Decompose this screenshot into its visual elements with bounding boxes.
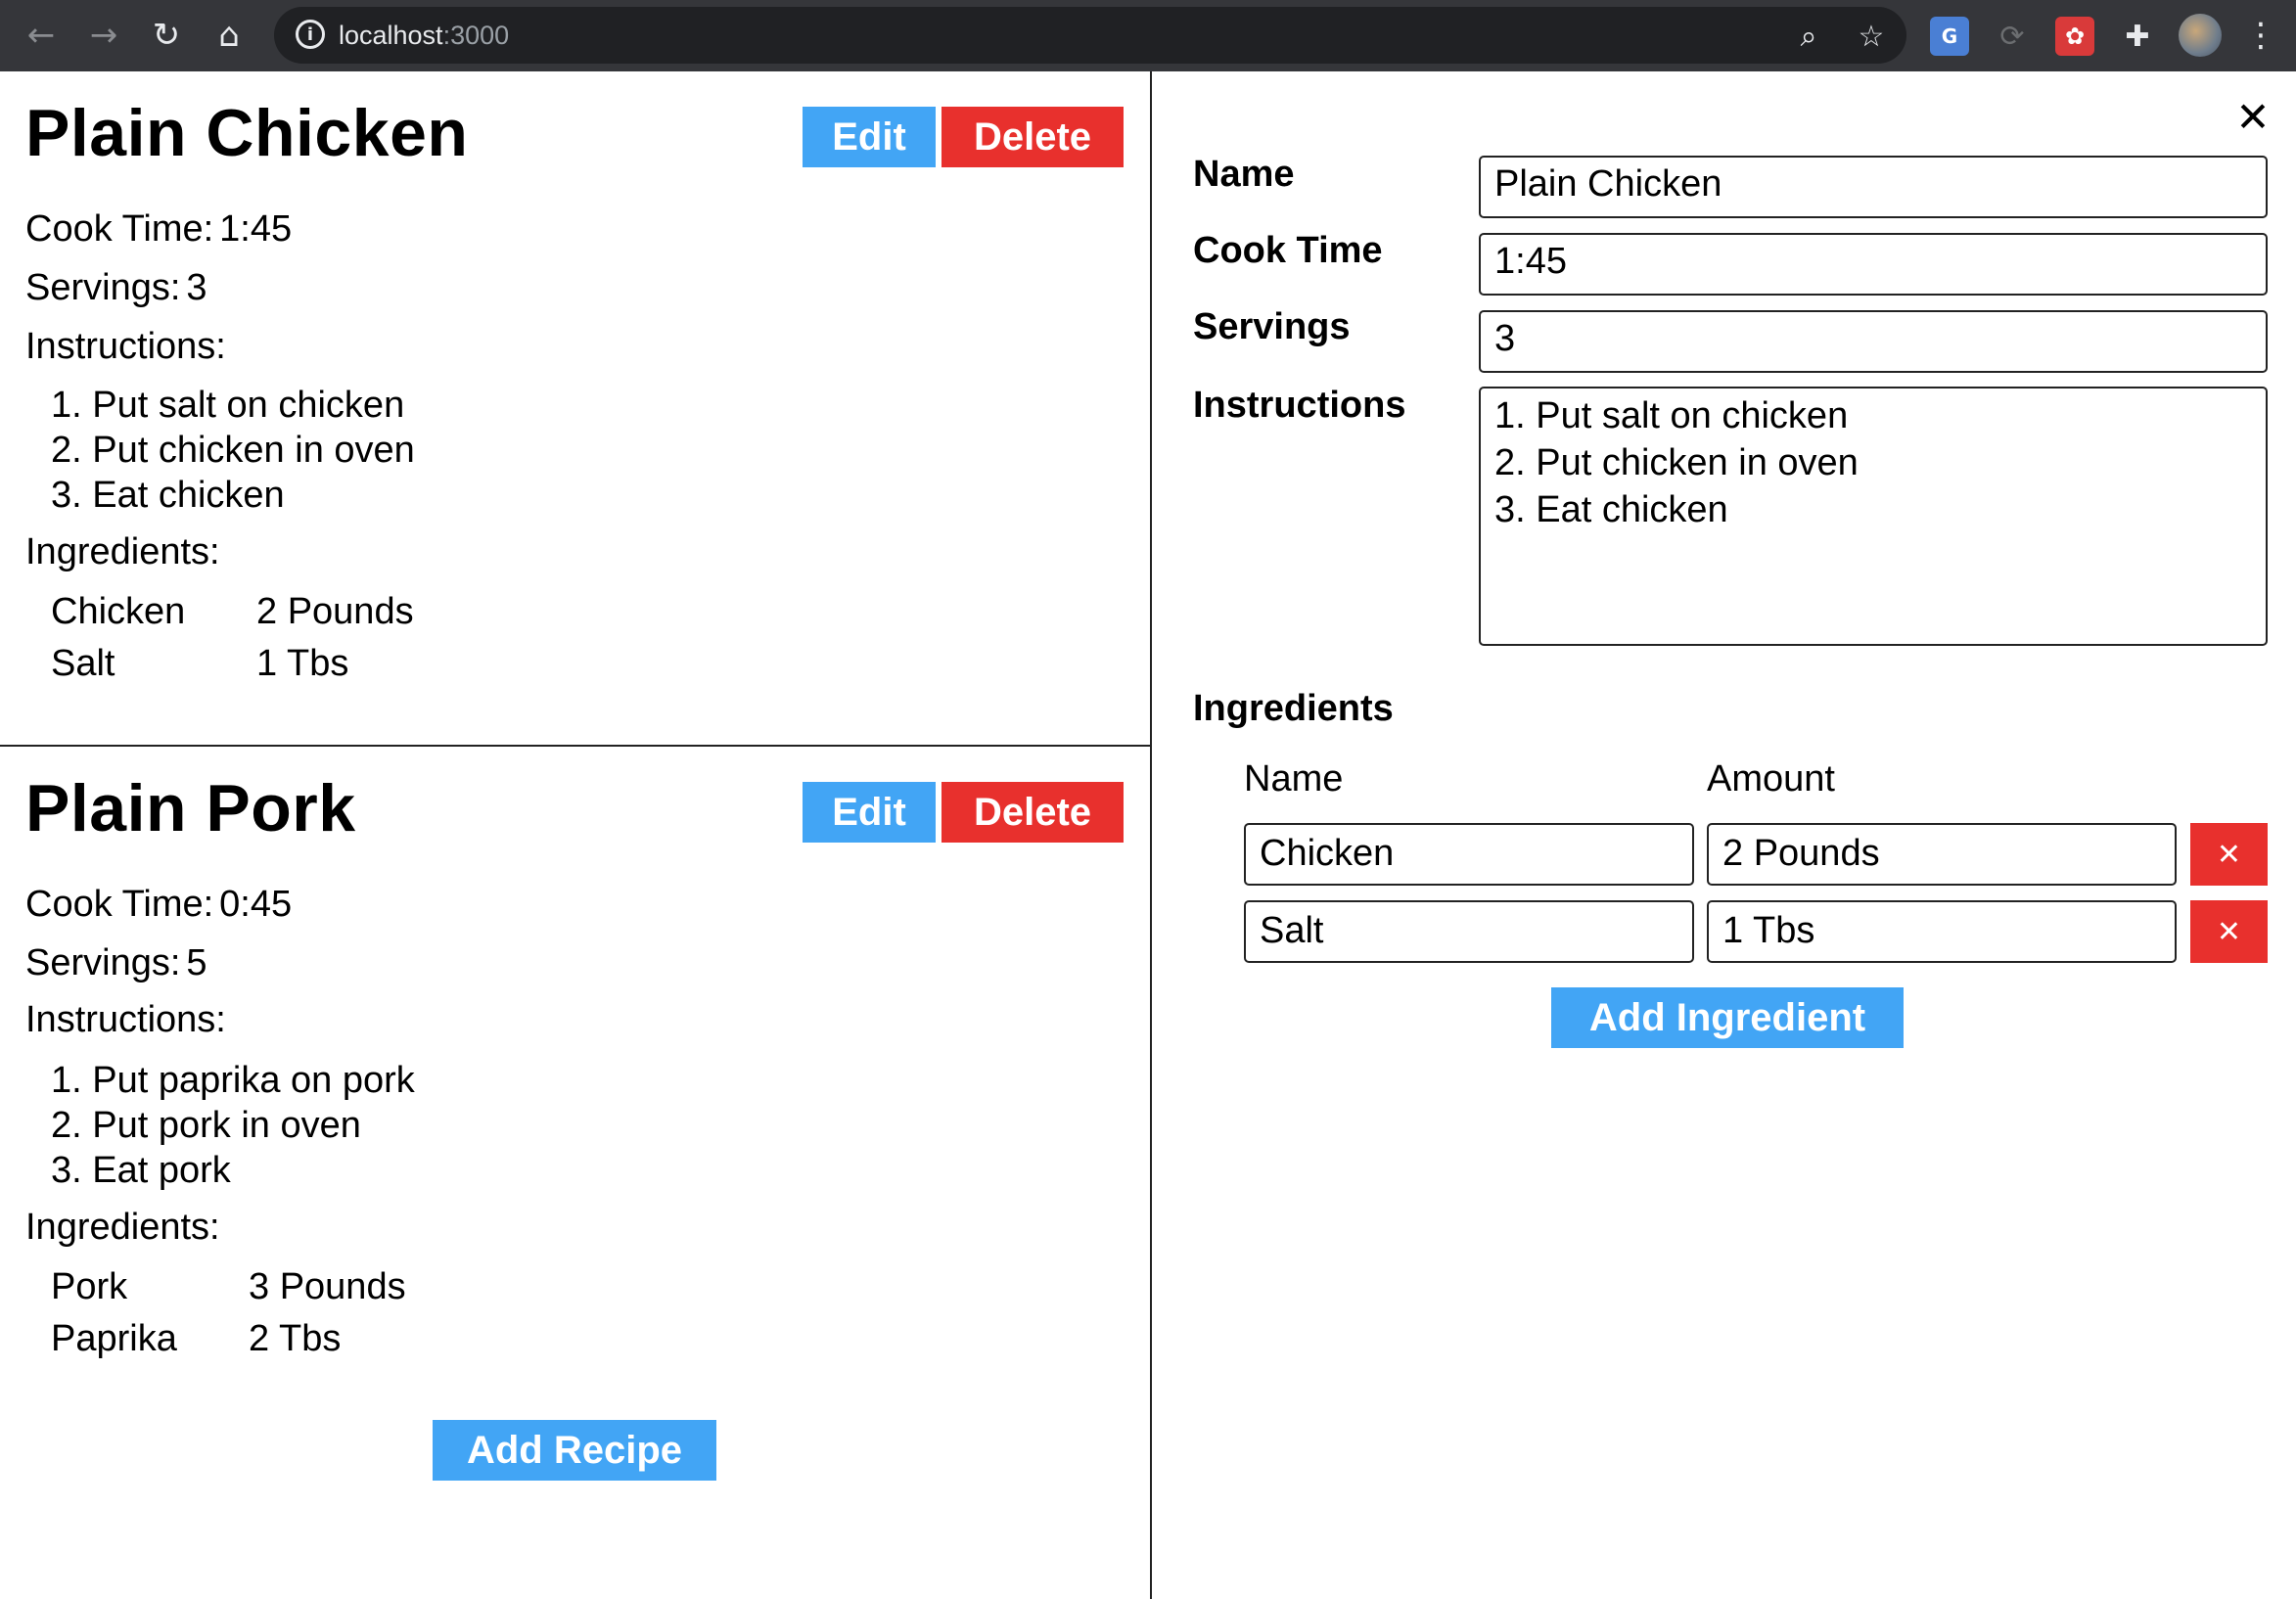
servings-value: 3 <box>186 267 207 308</box>
edit-button[interactable]: Edit <box>803 782 936 843</box>
instruction-item: 2. Put pork in oven <box>51 1105 361 1146</box>
ingredient-name: Salt <box>51 643 115 684</box>
recipe-title: Plain Pork <box>25 771 356 845</box>
ingredient-amount-header: Amount <box>1707 758 1835 800</box>
add-ingredient-button[interactable]: Add Ingredient <box>1551 987 1904 1048</box>
instructions-list: 1. Put salt on chicken 2. Put chicken in… <box>51 383 415 518</box>
cook-time-value: 0:45 <box>219 884 293 925</box>
home-icon[interactable]: ⌂ <box>206 12 253 59</box>
cook-time-label: Cook Time: <box>25 884 214 925</box>
cook-time-label: Cook Time <box>1193 230 1383 271</box>
servings-value: 5 <box>186 942 207 983</box>
ingredient-name: Pork <box>51 1266 128 1307</box>
servings-label: Servings: <box>25 267 181 308</box>
ingredient-name: Paprika <box>51 1318 177 1359</box>
ingredients-label: Ingredients: <box>25 531 220 572</box>
recipe-list: Plain Chicken Edit Delete Cook Time: 1:45… <box>0 71 1152 1599</box>
ingredients-label: Ingredients: <box>25 1207 220 1248</box>
ingredient-amount: 3 Pounds <box>249 1266 406 1307</box>
servings-row: Servings: 5 <box>25 942 207 984</box>
name-label: Name <box>1193 154 1295 195</box>
delete-button[interactable]: Delete <box>941 107 1124 167</box>
cook-time-value: 1:45 <box>219 208 293 250</box>
url-port: :3000 <box>442 21 510 50</box>
cook-time-row: Cook Time: 0:45 <box>25 884 292 926</box>
add-recipe-button[interactable]: Add Recipe <box>433 1420 716 1481</box>
ingredient-amount-input[interactable]: 2 Pounds <box>1707 823 2177 886</box>
close-icon[interactable]: ✕ <box>2233 93 2273 141</box>
instruction-item: 3. Eat chicken <box>51 475 285 516</box>
profile-avatar[interactable] <box>2179 14 2222 57</box>
forward-arrow-icon[interactable]: → <box>80 12 127 59</box>
delete-button[interactable]: Delete <box>941 782 1124 843</box>
browser-menu-icon[interactable]: ⋮ <box>2244 14 2277 57</box>
instructions-textarea[interactable]: 1. Put salt on chicken 2. Put chicken in… <box>1479 387 2268 646</box>
ingredient-name-input[interactable]: Chicken <box>1244 823 1694 886</box>
site-info-icon[interactable]: i <box>296 20 325 49</box>
instructions-label: Instructions: <box>25 326 226 367</box>
ingredient-name: Chicken <box>51 591 186 632</box>
address-bar[interactable]: i localhost:3000 ⌕ ☆ <box>274 7 1906 64</box>
instructions-label: Instructions <box>1193 385 1406 426</box>
instruction-item: 2. Put chicken in oven <box>51 430 415 471</box>
url-host: localhost <box>339 21 443 50</box>
servings-label: Servings <box>1193 306 1351 347</box>
remove-ingredient-button[interactable]: ✕ <box>2190 823 2268 886</box>
recipe-card: Plain Chicken Edit Delete Cook Time: 1:45… <box>0 71 1152 747</box>
url-text[interactable]: localhost:3000 <box>339 21 509 51</box>
remove-ingredient-button[interactable]: ✕ <box>2190 900 2268 963</box>
recipe-card: Plain Pork Edit Delete Cook Time: 0:45 Se… <box>0 747 1152 1422</box>
name-input[interactable]: Plain Chicken <box>1479 156 2268 218</box>
ingredients-table: Chicken 2 Pounds Salt 1 Tbs <box>51 586 414 690</box>
ingredient-amount-input[interactable]: 1 Tbs <box>1707 900 2177 963</box>
ingredient-amount: 1 Tbs <box>256 643 349 684</box>
ingredient-row: Paprika 2 Tbs <box>51 1313 406 1365</box>
ingredient-row: Pork 3 Pounds <box>51 1261 406 1313</box>
remove-x-icon: ✕ <box>2216 914 2242 949</box>
app-page: Plain Chicken Edit Delete Cook Time: 1:45… <box>0 71 2296 1599</box>
browser-toolbar: ← → ↻ ⌂ i localhost:3000 ⌕ ☆ G ⟳ ✿ ✚ ⋮ <box>0 0 2296 71</box>
cook-time-row: Cook Time: 1:45 <box>25 208 292 251</box>
ingredients-table: Pork 3 Pounds Paprika 2 Tbs <box>51 1261 406 1365</box>
instructions-list: 1. Put paprika on pork 2. Put pork in ov… <box>51 1058 415 1193</box>
servings-row: Servings: 3 <box>25 267 207 309</box>
ingredient-row: Chicken 2 Pounds <box>51 586 414 638</box>
instructions-label: Instructions: <box>25 999 226 1040</box>
sync-extension-icon[interactable]: ⟳ <box>1993 17 2032 56</box>
ingredient-amount: 2 Tbs <box>249 1318 342 1359</box>
back-arrow-icon[interactable]: ← <box>18 12 65 59</box>
ingredient-name-input[interactable]: Salt <box>1244 900 1694 963</box>
cook-time-input[interactable]: 1:45 <box>1479 233 2268 296</box>
zoom-icon[interactable]: ⌕ <box>1791 19 1826 54</box>
instruction-item: 1. Put salt on chicken <box>51 385 405 426</box>
recipe-edit-panel: ✕ Name Plain Chicken Cook Time 1:45 Serv… <box>1154 71 2296 1599</box>
edit-button[interactable]: Edit <box>803 107 936 167</box>
bookmark-star-icon[interactable]: ☆ <box>1854 19 1889 54</box>
ingredient-amount: 2 Pounds <box>256 591 414 632</box>
ingredients-label: Ingredients <box>1193 688 1394 729</box>
translate-extension-icon[interactable]: G <box>1930 17 1969 56</box>
reload-icon[interactable]: ↻ <box>143 12 190 59</box>
servings-label: Servings: <box>25 942 181 983</box>
cook-time-label: Cook Time: <box>25 208 214 250</box>
ingredient-name-header: Name <box>1244 758 1344 800</box>
red-extension-icon[interactable]: ✿ <box>2055 17 2094 56</box>
instruction-item: 1. Put paprika on pork <box>51 1060 415 1101</box>
servings-input[interactable]: 3 <box>1479 310 2268 373</box>
recipe-title: Plain Chicken <box>25 96 469 170</box>
remove-x-icon: ✕ <box>2216 837 2242 872</box>
instruction-item: 3. Eat pork <box>51 1150 231 1191</box>
ingredient-row: Salt 1 Tbs <box>51 638 414 690</box>
extensions-puzzle-icon[interactable]: ✚ <box>2118 17 2157 56</box>
